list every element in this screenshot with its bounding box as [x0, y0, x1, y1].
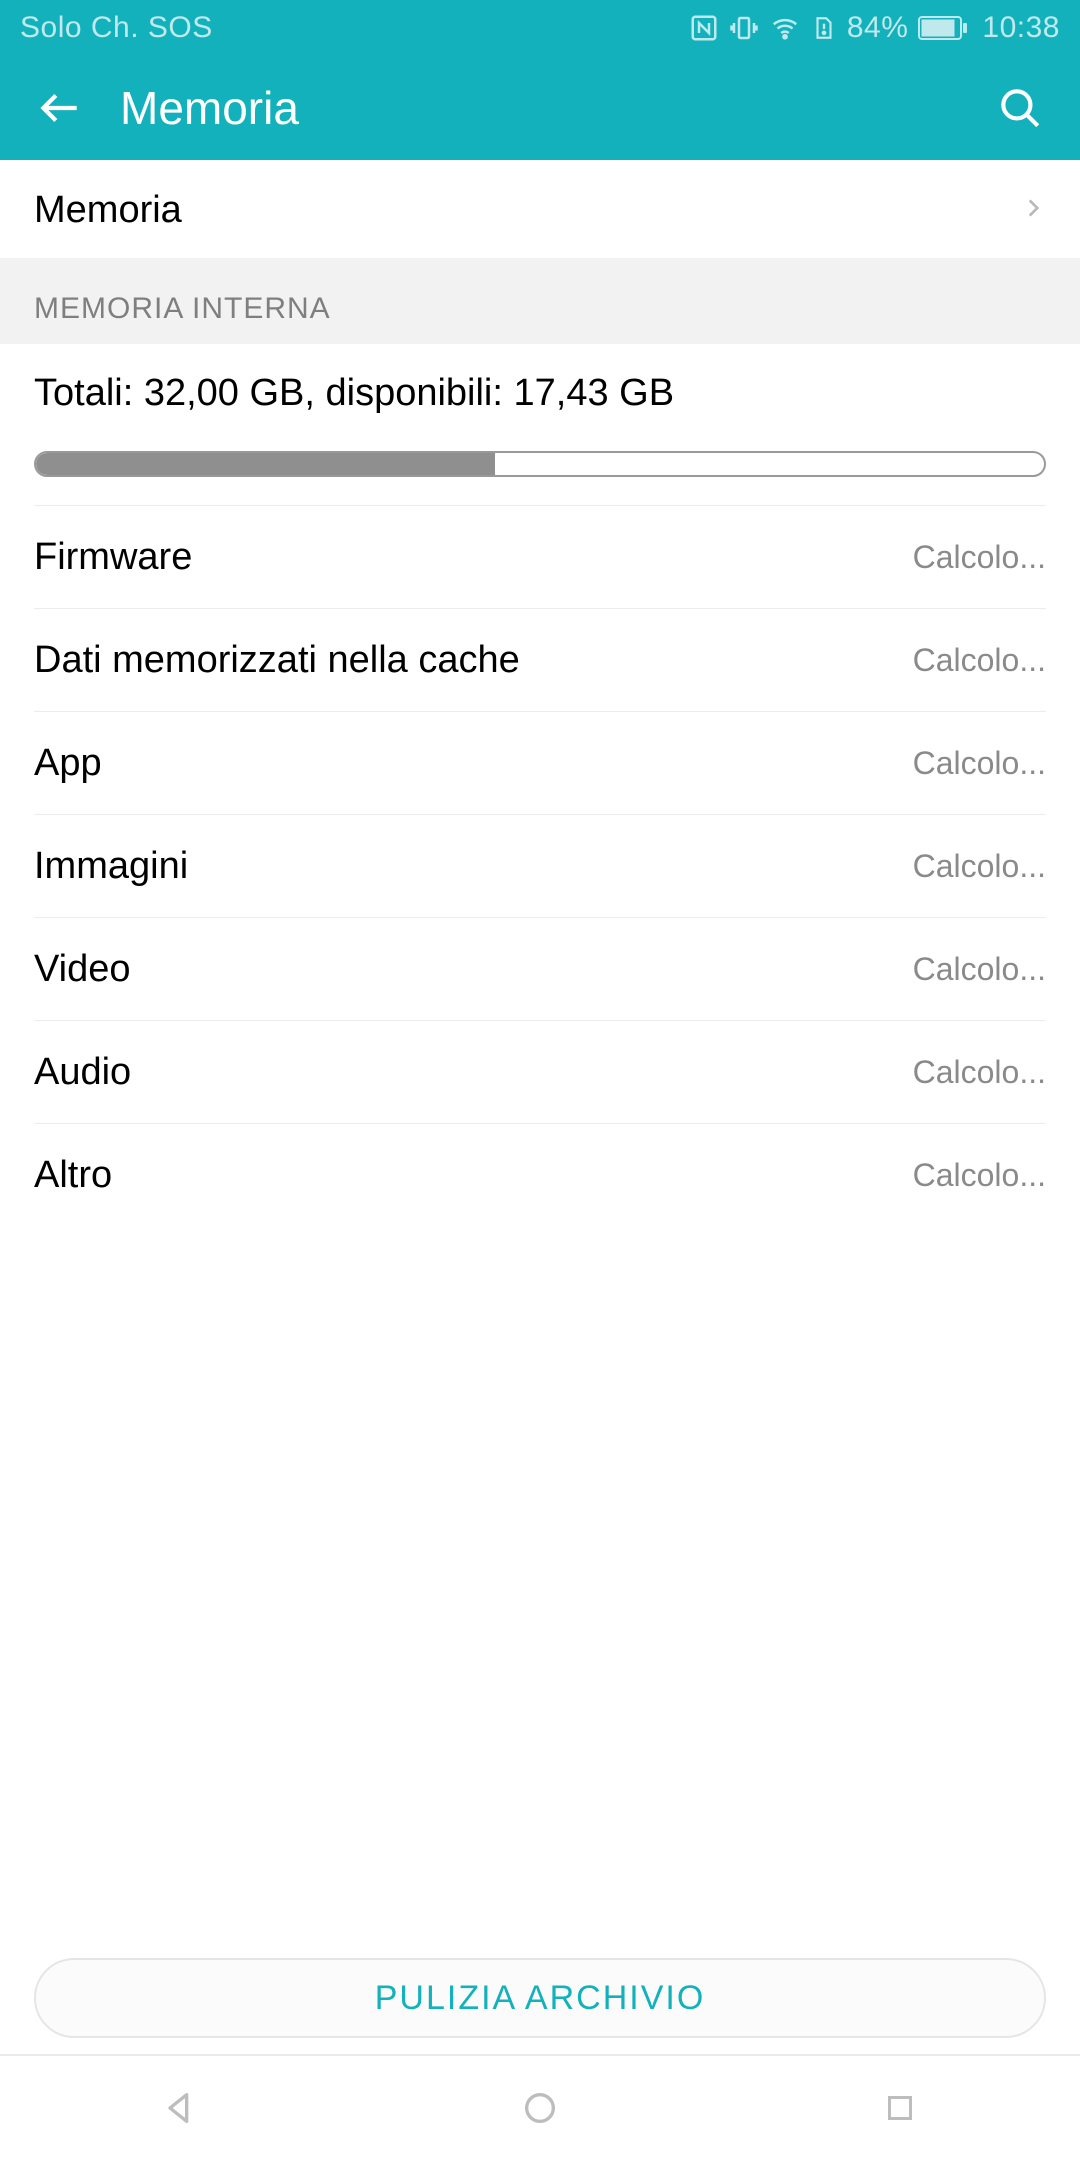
navigation-bar	[0, 2054, 1080, 2160]
section-header-internal-storage: MEMORIA INTERNA	[0, 274, 1080, 344]
detail-label: Altro	[34, 1154, 112, 1197]
arrow-left-icon	[35, 83, 85, 133]
memory-row[interactable]: Memoria	[0, 160, 1080, 260]
wifi-icon	[769, 13, 801, 43]
detail-label: Audio	[34, 1051, 131, 1094]
clean-storage-button[interactable]: PULIZIA ARCHIVIO	[34, 1958, 1046, 2038]
sim-alert-icon	[811, 13, 837, 43]
search-icon	[995, 83, 1045, 133]
detail-value: Calcolo...	[913, 1157, 1046, 1194]
back-button[interactable]	[30, 78, 90, 138]
storage-progress-fill	[36, 453, 495, 475]
circle-home-icon	[520, 2088, 560, 2128]
nfc-icon	[689, 13, 719, 43]
detail-label: Dati memorizzati nella cache	[34, 639, 520, 682]
memory-row-label: Memoria	[34, 189, 182, 232]
detail-value: Calcolo...	[913, 642, 1046, 679]
clock-label: 10:38	[982, 11, 1060, 45]
search-button[interactable]	[990, 78, 1050, 138]
detail-label: Firmware	[34, 536, 192, 579]
storage-detail-list: Firmware Calcolo... Dati memorizzati nel…	[0, 505, 1080, 1226]
content: Memoria MEMORIA INTERNA Totali: 32,00 GB…	[0, 160, 1080, 1226]
square-recent-icon	[882, 2090, 918, 2126]
nav-back-button[interactable]	[120, 2078, 240, 2138]
battery-icon	[918, 15, 968, 41]
detail-row-cache[interactable]: Dati memorizzati nella cache Calcolo...	[34, 608, 1046, 711]
footer-area: PULIZIA ARCHIVIO	[0, 1942, 1080, 2160]
detail-row-other[interactable]: Altro Calcolo...	[34, 1123, 1046, 1226]
detail-value: Calcolo...	[913, 1054, 1046, 1091]
detail-value: Calcolo...	[913, 951, 1046, 988]
detail-row-apps[interactable]: App Calcolo...	[34, 711, 1046, 814]
vibrate-icon	[729, 13, 759, 43]
status-bar: Solo Ch. SOS 84% 10:38	[0, 0, 1080, 55]
nav-home-button[interactable]	[480, 2078, 600, 2138]
detail-value: Calcolo...	[913, 848, 1046, 885]
carrier-label: Solo Ch. SOS	[20, 11, 213, 45]
detail-row-video[interactable]: Video Calcolo...	[34, 917, 1046, 1020]
detail-row-images[interactable]: Immagini Calcolo...	[34, 814, 1046, 917]
clean-button-label: PULIZIA ARCHIVIO	[375, 1979, 706, 2018]
chevron-right-icon	[1020, 188, 1046, 233]
page-title: Memoria	[120, 81, 990, 135]
storage-progress-bar	[34, 451, 1046, 477]
app-bar: Memoria	[0, 55, 1080, 160]
triangle-back-icon	[160, 2088, 200, 2128]
status-left: Solo Ch. SOS	[20, 11, 213, 45]
nav-recent-button[interactable]	[840, 2078, 960, 2138]
detail-row-audio[interactable]: Audio Calcolo...	[34, 1020, 1046, 1123]
detail-label: Video	[34, 948, 131, 991]
detail-row-firmware[interactable]: Firmware Calcolo...	[34, 505, 1046, 608]
detail-label: Immagini	[34, 845, 188, 888]
status-right: 84% 10:38	[689, 11, 1060, 45]
detail-value: Calcolo...	[913, 539, 1046, 576]
section-divider	[0, 258, 1080, 274]
detail-value: Calcolo...	[913, 745, 1046, 782]
clean-button-wrap: PULIZIA ARCHIVIO	[0, 1942, 1080, 2054]
storage-summary-block: Totali: 32,00 GB, disponibili: 17,43 GB	[0, 344, 1080, 505]
storage-summary-text: Totali: 32,00 GB, disponibili: 17,43 GB	[34, 372, 1046, 415]
battery-percent-label: 84%	[847, 11, 909, 45]
detail-label: App	[34, 742, 102, 785]
